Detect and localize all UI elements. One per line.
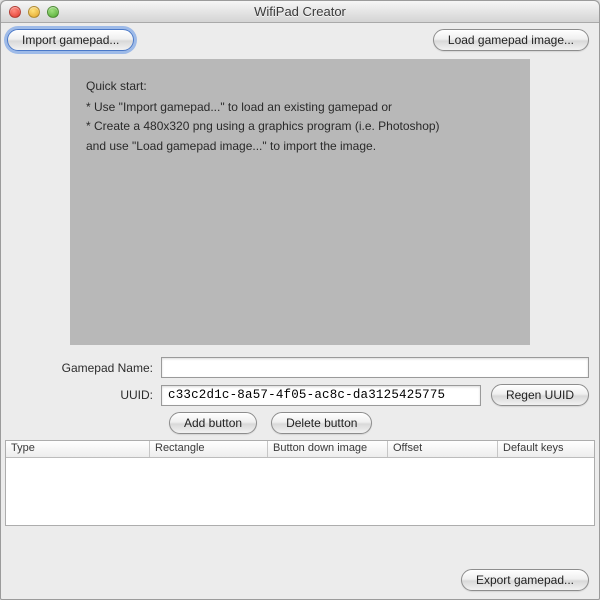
form-area: Gamepad Name: UUID: Regen UUID Add butto… (1, 355, 599, 440)
delete-button-button[interactable]: Delete button (271, 412, 372, 434)
zoom-icon[interactable] (47, 6, 59, 18)
table-body[interactable] (6, 458, 594, 525)
gamepad-name-label: Gamepad Name: (11, 361, 161, 375)
export-gamepad-button[interactable]: Export gamepad... (461, 569, 589, 591)
traffic-lights (1, 6, 59, 18)
preview-area-wrap: Quick start: * Use "Import gamepad..." t… (1, 57, 599, 355)
footer: Export gamepad... (1, 563, 599, 599)
window-title: WifiPad Creator (1, 4, 599, 19)
add-button-button[interactable]: Add button (169, 412, 257, 434)
uuid-label: UUID: (11, 388, 161, 402)
buttons-table[interactable]: Type Rectangle Button down image Offset … (5, 440, 595, 526)
regen-uuid-button[interactable]: Regen UUID (491, 384, 589, 406)
close-icon[interactable] (9, 6, 21, 18)
col-button-down-image[interactable]: Button down image (268, 441, 388, 457)
button-ops-row: Add button Delete button (169, 412, 589, 434)
preview-canvas: Quick start: * Use "Import gamepad..." t… (70, 59, 530, 345)
uuid-row: UUID: Regen UUID (11, 384, 589, 406)
uuid-input[interactable] (161, 385, 481, 406)
top-toolbar: Import gamepad... Load gamepad image... (1, 23, 599, 57)
quickstart-line: * Create a 480x320 png using a graphics … (86, 117, 514, 136)
quickstart-heading: Quick start: (86, 77, 514, 96)
quickstart-line: * Use "Import gamepad..." to load an exi… (86, 98, 514, 117)
gamepad-name-input[interactable] (161, 357, 589, 378)
col-default-keys[interactable]: Default keys (498, 441, 594, 457)
table-header: Type Rectangle Button down image Offset … (6, 441, 594, 458)
minimize-icon[interactable] (28, 6, 40, 18)
load-gamepad-image-button[interactable]: Load gamepad image... (433, 29, 589, 51)
col-rectangle[interactable]: Rectangle (150, 441, 268, 457)
col-offset[interactable]: Offset (388, 441, 498, 457)
import-gamepad-button[interactable]: Import gamepad... (7, 29, 134, 51)
app-window: WifiPad Creator Import gamepad... Load g… (0, 0, 600, 600)
gamepad-name-row: Gamepad Name: (11, 357, 589, 378)
col-type[interactable]: Type (6, 441, 150, 457)
titlebar: WifiPad Creator (1, 1, 599, 23)
quickstart-line: and use "Load gamepad image..." to impor… (86, 137, 514, 156)
